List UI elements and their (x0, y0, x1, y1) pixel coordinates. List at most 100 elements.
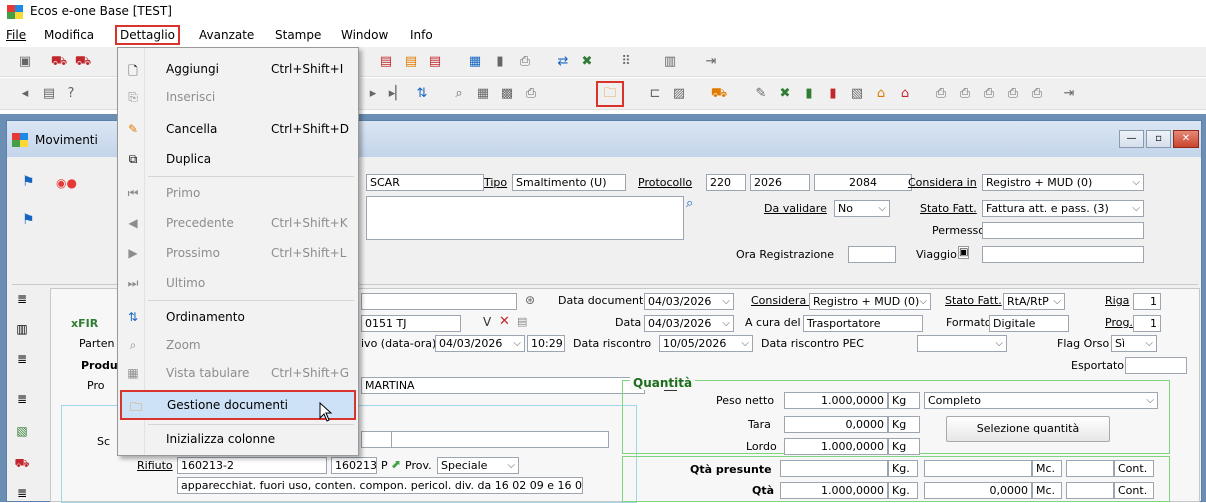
lookup-icon[interactable]: ⊛ (525, 293, 535, 307)
doc-orange-icon[interactable]: ▤ (402, 53, 420, 71)
exit-icon[interactable]: ⇥ (702, 53, 720, 71)
qta-presunte-cont-field[interactable] (1066, 460, 1114, 477)
pattern-icon[interactable]: ▩ (498, 85, 516, 103)
menu-item-inizializza-colonne[interactable]: Inizializza colonne (119, 426, 357, 453)
ora-registrazione-field[interactable] (848, 246, 896, 263)
gestione-documenti-button[interactable]: 🗀 (596, 81, 624, 107)
close-button[interactable]: ✕ (1173, 130, 1199, 148)
green-doc-icon[interactable]: ▮ (800, 85, 818, 103)
scar-field[interactable]: SCAR (366, 174, 484, 191)
printer-icon[interactable]: ⎙ (516, 53, 534, 71)
doc-code-field[interactable] (361, 293, 517, 310)
doc-considera-select[interactable]: Registro + MUD (0) (809, 293, 931, 310)
qta-field[interactable]: 1.000,0000 (780, 482, 888, 499)
forklift-icon[interactable]: ⛟ (710, 85, 728, 103)
chart-icon[interactable]: ▮ (491, 53, 509, 71)
delete-icon[interactable]: ✕ (499, 314, 510, 329)
prog-field[interactable]: 1 (1133, 315, 1161, 332)
protocollo-3-field[interactable]: 2084 (814, 174, 912, 191)
stripes-icon[interactable]: ▧ (14, 424, 30, 438)
rows3-icon[interactable]: ≣ (14, 486, 30, 500)
menu-item-vista-tabulare[interactable]: ▦ Vista tabulare Ctrl+Shift+G (119, 360, 357, 387)
notes-field[interactable] (366, 196, 684, 240)
menu-item-primo[interactable]: ⏮ Primo (119, 180, 357, 207)
menu-item-zoom[interactable]: ⌕ Zoom (119, 332, 357, 359)
flag-orso-select[interactable]: Sì (1111, 335, 1157, 352)
print-e-icon[interactable]: ⎙ (1028, 85, 1046, 103)
stamp-icon[interactable]: ▧ (848, 85, 866, 103)
menu-item-cancella[interactable]: ✎ Cancella Ctrl+Shift+D (119, 116, 357, 143)
menu-dettaglio[interactable]: Dettaglio (115, 25, 181, 45)
pec-field[interactable] (917, 335, 1007, 352)
completo-select[interactable]: Completo (924, 392, 1158, 409)
home-red-icon[interactable]: ⌂ (896, 85, 914, 103)
back-icon[interactable]: ◂ (16, 85, 34, 103)
print-a-icon[interactable]: ⎙ (932, 85, 950, 103)
menu-window[interactable]: Window (341, 28, 388, 42)
rifiuto-code-field[interactable]: 160213 (331, 457, 377, 474)
selezione-quantita-button[interactable]: Selezione quantità (946, 416, 1110, 442)
maximize-button[interactable]: ▫ (1146, 130, 1171, 148)
rows2-icon[interactable]: ≣ (14, 392, 30, 406)
protocollo-2-field[interactable]: 2026 (750, 174, 810, 191)
print-c-icon[interactable]: ⎙ (980, 85, 998, 103)
view-icon[interactable]: ▤ (40, 85, 58, 103)
doc-red-icon[interactable]: ▤ (377, 53, 395, 71)
menu-item-precedente[interactable]: ◀ Precedente Ctrl+Shift+K (119, 210, 357, 237)
riga-field[interactable]: 1 (1133, 293, 1161, 310)
excel2-icon[interactable]: ✖ (776, 85, 794, 103)
qta-presunte-mc-field[interactable] (924, 460, 1032, 477)
list-icon[interactable]: ≣ (14, 292, 30, 306)
home-icon[interactable]: ⌂ (872, 85, 890, 103)
menu-item-ordinamento[interactable]: ⇅ Ordinamento (119, 304, 357, 331)
nav-next-icon[interactable]: ▸ (364, 85, 382, 103)
menu-avanzate[interactable]: Avanzate (199, 28, 254, 42)
print-tb-icon[interactable]: ⎙ (522, 85, 540, 103)
print-d-icon[interactable]: ⎙ (1004, 85, 1022, 103)
menu-file[interactable]: File (6, 28, 26, 42)
menu-info[interactable]: Info (410, 28, 433, 42)
protocollo-label[interactable]: Protocollo (638, 176, 692, 189)
run2-icon[interactable]: ⚑ (22, 212, 35, 228)
menu-modifica[interactable]: Modifica (44, 28, 94, 42)
peso-netto-field[interactable]: 1.000,0000 (784, 392, 888, 409)
truck2-icon[interactable]: ⛟ (74, 53, 92, 71)
tara-field[interactable]: 0,0000 (784, 416, 888, 433)
table-tb-icon[interactable]: ▦ (474, 85, 492, 103)
menu-stampe[interactable]: Stampe (275, 28, 321, 42)
considera-in-select[interactable]: Registro + MUD (0) (982, 174, 1144, 191)
print-b-icon[interactable]: ⎙ (956, 85, 974, 103)
sc-desc-field[interactable] (391, 431, 609, 448)
stato-fatt-select[interactable]: Fattura att. e pass. (3) (982, 200, 1144, 217)
lordo-field[interactable]: 1.000,0000 (784, 438, 888, 455)
sort-az-icon[interactable]: ⇅ (413, 85, 431, 103)
qta-cont-field[interactable] (1066, 482, 1114, 499)
data-riscontro-field[interactable]: 10/05/2026 (659, 335, 753, 352)
v-glyph[interactable]: V (483, 315, 491, 329)
data-field[interactable]: 04/03/2026 (644, 315, 734, 332)
calendar-small-icon[interactable]: ▤ (517, 315, 527, 328)
calendar-icon[interactable]: ▦ (466, 53, 484, 71)
link-icon[interactable]: ⇄ (554, 53, 572, 71)
run-icon[interactable]: ⚑ (22, 174, 35, 190)
calculator-icon[interactable]: ▥ (661, 53, 679, 71)
folder-outline-icon[interactable]: ⊏ (646, 85, 664, 103)
esportato-field[interactable] (1125, 357, 1187, 374)
prov-select[interactable]: Speciale (437, 457, 519, 474)
menu-item-inserisci[interactable]: ⎘ Inserisci (119, 84, 357, 111)
minimize-button[interactable]: — (1119, 130, 1144, 148)
formato-field[interactable]: Digitale (989, 315, 1069, 332)
qta-presunte-field[interactable] (780, 460, 888, 477)
menu-item-duplica[interactable]: ⧉ Duplica (119, 146, 357, 173)
rifiuto-desc-field[interactable]: apparecchiat. fuori uso, conten. compon.… (177, 477, 583, 494)
produttore-field[interactable]: MARTINA (361, 377, 645, 394)
rifiuto-field[interactable]: 160213-2 (177, 457, 327, 474)
doc-red2-icon[interactable]: ▤ (426, 53, 444, 71)
menu-item-ultimo[interactable]: ⏭ Ultimo (119, 270, 357, 297)
arrivo-date-field[interactable]: 04/03/2026 (435, 335, 525, 352)
doc-stato-select[interactable]: RtA/RtP (1003, 293, 1065, 310)
red-doc-icon[interactable]: ▮ (824, 85, 842, 103)
arrivo-time-field[interactable]: 10:29 (527, 335, 565, 352)
image-icon[interactable]: ▨ (670, 85, 688, 103)
book-icon[interactable]: ▥ (14, 322, 30, 336)
